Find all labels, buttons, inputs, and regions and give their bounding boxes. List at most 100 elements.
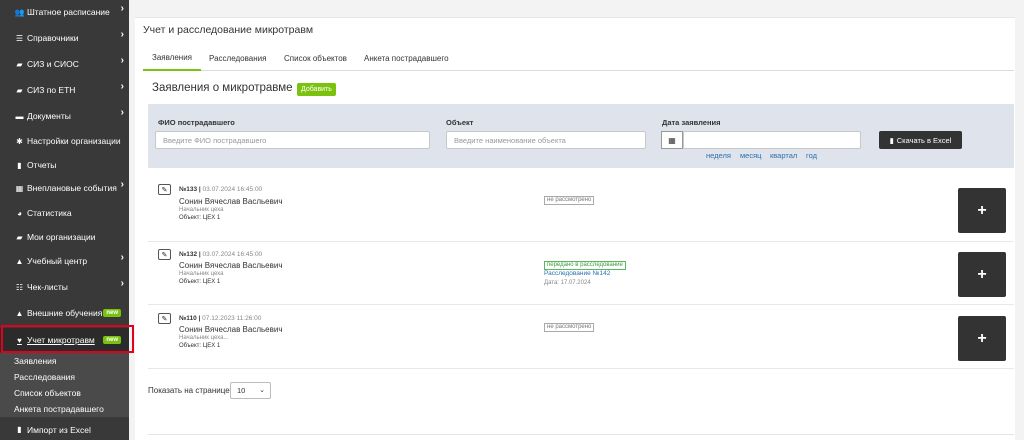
briefcase-icon: ▰: [16, 59, 23, 69]
tab-investigations[interactable]: Расследования: [209, 46, 266, 71]
sidebar-item-label: Справочники: [27, 33, 79, 43]
sidebar-item-org-settings[interactable]: ✱ Настройки организации: [0, 129, 129, 153]
chevron-right-icon: ›: [120, 179, 124, 190]
file-excel-icon: ▮: [889, 135, 894, 145]
sidebar-item-my-orgs[interactable]: ▰ Мои организации: [0, 225, 129, 249]
submenu-item-objects[interactable]: Список объектов: [0, 385, 129, 401]
sidebar-item-siz-sios[interactable]: ▰ СИЗ и СИОС ›: [0, 52, 129, 76]
sidebar-item-siz-etn[interactable]: ▰ СИЗ по ЕТН ›: [0, 78, 129, 102]
plus-icon[interactable]: +: [958, 252, 1006, 297]
chevron-right-icon: ›: [120, 107, 124, 118]
clipboard-icon: ▮: [17, 160, 22, 170]
page-title: Учет и расследование микротравм: [143, 24, 314, 36]
row-position: Начальник цеха...: [179, 335, 229, 341]
briefcase-icon: ▰: [16, 232, 23, 242]
sidebar-item-label: Внеплановые события: [27, 183, 117, 193]
row-object: Объект: ЦЕХ 1: [179, 215, 221, 221]
sidebar: 👥 Штатное расписание › ☰ Справочники › ▰ СИЗ …: [0, 0, 129, 440]
sidebar-item-label: Внешние обучения: [27, 308, 103, 318]
file-icon: ▮: [17, 425, 22, 434]
range-quarter-link[interactable]: квартал: [770, 151, 797, 160]
sidebar-item-label: СИЗ и СИОС: [27, 59, 79, 69]
sidebar-item-checklists[interactable]: ☷ Чек-листы ›: [0, 275, 129, 299]
new-badge: new: [103, 309, 121, 317]
row-position: Начальник цеха: [179, 271, 224, 277]
gear-icon: ✱: [16, 136, 23, 146]
sidebar-item-label: Учебный центр: [27, 256, 88, 266]
graduation-cap-icon: ▲: [15, 256, 24, 266]
plus-icon[interactable]: +: [958, 188, 1006, 233]
calendar-icon[interactable]: ▦: [661, 131, 683, 149]
users-icon: 👥: [14, 7, 25, 17]
chevron-right-icon: ›: [120, 3, 124, 14]
range-month-link[interactable]: месяц: [740, 151, 761, 160]
sidebar-item-excel-import[interactable]: ▮ Импорт из Excel: [0, 419, 129, 440]
table-row: ✎ №132 | 03.07.2024 16:45:00 Сонин Вячес…: [148, 243, 1014, 305]
sidebar-item-unplanned-events[interactable]: ▦ Внеплановые события ›: [0, 176, 129, 200]
row-date: 03.07.2024 16:45:00: [202, 251, 263, 258]
row-name: Сонин Вячеслав Васльевич: [179, 197, 283, 206]
chevron-right-icon: ›: [120, 29, 124, 40]
sidebar-item-training-center[interactable]: ▲ Учебный центр ›: [0, 249, 129, 273]
row-number: №132 | 03.07.2024 16:45:00: [179, 251, 263, 258]
sidebar-item-external-training[interactable]: ▲ Внешние обучения new: [0, 301, 129, 325]
date-label: Дата заявления: [662, 118, 721, 127]
sidebar-item-label: СИЗ по ЕТН: [27, 85, 76, 95]
object-label: Объект: [446, 118, 474, 127]
row-date: 07.12.2023 11:26:00: [202, 315, 262, 322]
row-num: №110: [179, 315, 197, 322]
sidebar-item-documents[interactable]: ▬ Документы ›: [0, 104, 129, 128]
sidebar-item-statistics[interactable]: ◕ Статистика: [0, 201, 129, 225]
list-icon: ☰: [15, 33, 24, 43]
status-badge: не рассмотрено: [544, 323, 595, 332]
calendar-icon: ▦: [15, 183, 24, 193]
folder-icon: ▬: [15, 111, 24, 121]
submenu-item-applications[interactable]: Заявления: [0, 353, 129, 369]
row-position: Начальник цеха: [179, 207, 224, 213]
row-num: №133: [179, 186, 198, 193]
sidebar-item-staffing[interactable]: 👥 Штатное расписание ›: [0, 0, 129, 24]
add-button[interactable]: Добавить: [297, 83, 336, 96]
tab-applications[interactable]: Заявления: [143, 46, 202, 71]
investigation-link[interactable]: Расследование №142: [544, 270, 610, 277]
range-year-link[interactable]: год: [806, 151, 817, 160]
sidebar-item-label: Статистика: [27, 208, 72, 218]
graduation-cap-icon: ▲: [15, 308, 24, 318]
tab-objects[interactable]: Список объектов: [284, 46, 347, 71]
checklist-icon: ☷: [15, 282, 24, 292]
row-name: Сонин Вячеслав Васльевич: [179, 261, 283, 270]
plus-icon[interactable]: +: [958, 316, 1006, 361]
pencil-icon[interactable]: ✎: [158, 184, 171, 195]
pencil-icon[interactable]: ✎: [158, 313, 171, 324]
row-number: №133 | 03.07.2024 16:45:00: [179, 186, 263, 193]
chevron-down-icon: ⌄: [259, 387, 265, 394]
submenu-item-investigations[interactable]: Расследования: [0, 369, 129, 385]
sidebar-item-references[interactable]: ☰ Справочники ›: [0, 26, 129, 50]
sidebar-item-label: Штатное расписание: [27, 7, 110, 17]
row-name: Сонин Вячеслав Васльевич: [179, 325, 283, 334]
object-input[interactable]: Введите наименование объекта: [446, 131, 646, 149]
tab-bar: Заявления Расследования Список объектов …: [143, 46, 1014, 71]
pencil-icon[interactable]: ✎: [158, 249, 171, 260]
submenu-item-questionnaire[interactable]: Анкета пострадавшего: [0, 401, 129, 417]
excel-button-label: Скачать в Excel: [896, 135, 952, 145]
status-badge: не рассмотрено: [544, 196, 595, 205]
sidebar-item-label: Чек-листы: [27, 282, 68, 292]
sidebar-item-reports[interactable]: ▮ Отчеты: [0, 153, 129, 177]
divider: [148, 434, 1014, 435]
excel-download-button[interactable]: ▮ Скачать в Excel: [879, 131, 962, 149]
active-item-highlight: [1, 325, 134, 353]
fio-input[interactable]: Введите ФИО пострадавшего: [155, 131, 430, 149]
chevron-right-icon: ›: [120, 252, 124, 263]
table-row: ✎ №110 | 07.12.2023 11:26:00 Сонин Вячес…: [148, 307, 1014, 369]
investigation-date: Дата: 17.07.2024: [544, 280, 591, 286]
page-size-value: 10: [237, 386, 246, 395]
page-size-select[interactable]: 10 ⌄: [230, 382, 271, 399]
row-object: Объект: ЦЕХ 1: [179, 343, 221, 349]
sidebar-item-label: Отчеты: [27, 160, 57, 170]
status-badge: передано в расследование: [544, 261, 626, 270]
date-input[interactable]: [683, 131, 861, 149]
range-week-link[interactable]: неделя: [706, 151, 731, 160]
row-num: №132: [179, 251, 198, 258]
tab-questionnaire[interactable]: Анкета пострадавшего: [364, 46, 449, 71]
